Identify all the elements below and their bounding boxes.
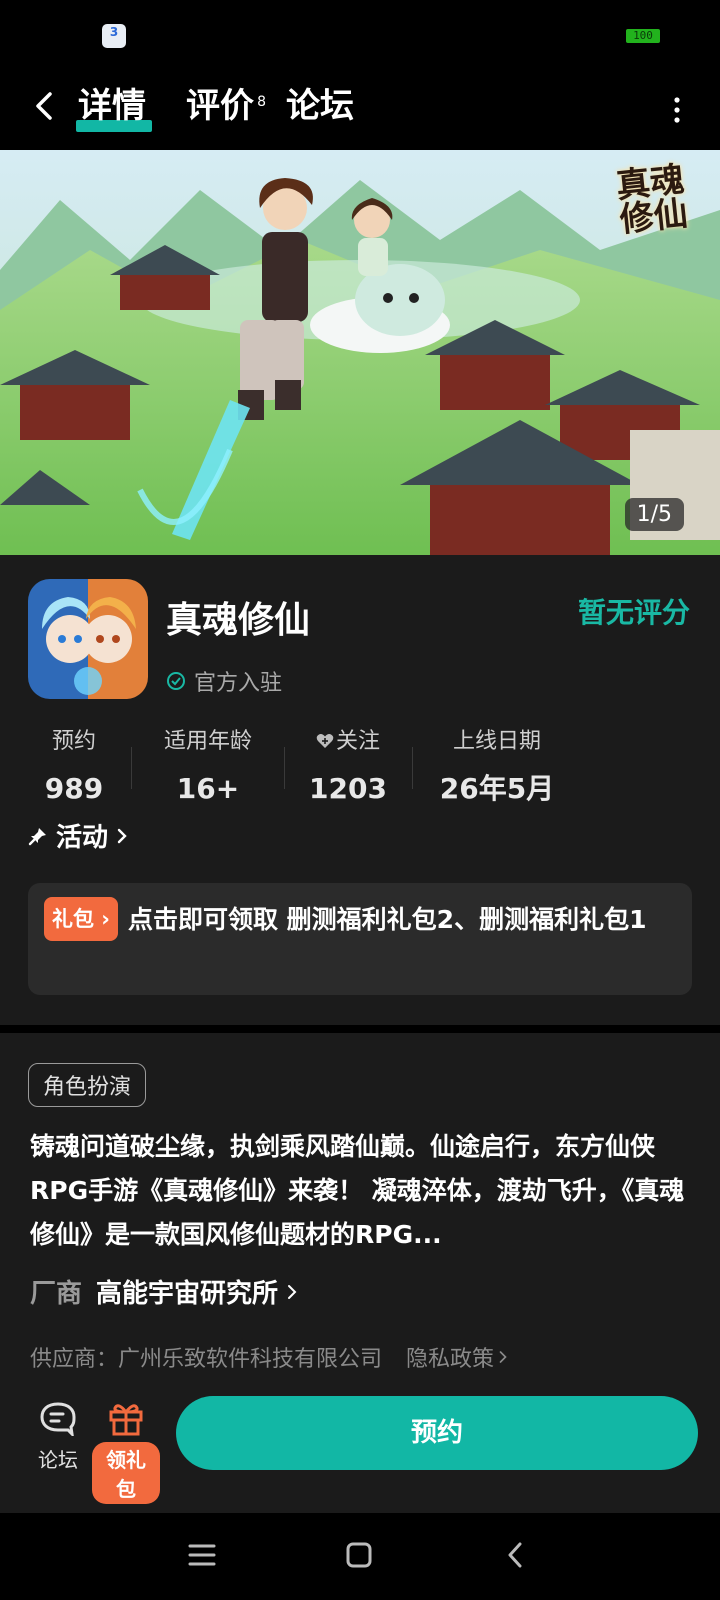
back-nav-icon[interactable] bbox=[502, 1541, 530, 1569]
game-info-section: 真魂修仙 暂无评分 官方入驻 预约 989 适用年龄 16+ 关注 1203 上… bbox=[0, 555, 720, 1025]
gift-pack-badge: 礼包 › bbox=[44, 897, 118, 941]
official-verified: 官方入驻 bbox=[166, 665, 282, 697]
privacy-policy-link[interactable]: 隐私政策 bbox=[406, 1341, 508, 1373]
stat-label: 适用年龄 bbox=[163, 729, 252, 754]
game-title: 真魂修仙 bbox=[166, 600, 311, 641]
claim-gift-label: 领礼包 bbox=[92, 1442, 160, 1504]
battery-indicator: 100 bbox=[626, 29, 660, 43]
game-description[interactable]: 铸魂问道破尘缘，执剑乘风踏仙巅。仙途启行，东方仙侠 RPG手游《真魂修仙》来袭！… bbox=[30, 1125, 696, 1257]
game-logo: 真魂修仙 bbox=[614, 159, 690, 241]
tab-reviews[interactable]: 评价 8 bbox=[186, 84, 266, 128]
forum-button[interactable]: 论坛 bbox=[30, 1400, 86, 1473]
notification-app-icon: 3 bbox=[102, 24, 126, 48]
forum-label: 论坛 bbox=[38, 1448, 78, 1472]
tab-details[interactable]: 详情 bbox=[78, 84, 146, 128]
vendor-link[interactable]: 厂商 高能宇宙研究所 bbox=[30, 1273, 298, 1310]
stat-reservations: 预约 989 bbox=[28, 727, 120, 807]
stat-value: 1203 bbox=[309, 772, 387, 805]
game-icon bbox=[28, 579, 148, 699]
heart-plus-icon bbox=[316, 734, 334, 748]
chevron-right-icon bbox=[499, 1351, 507, 1363]
back-icon[interactable] bbox=[28, 86, 60, 126]
review-count-badge: 8 bbox=[257, 94, 266, 110]
stat-label-text: 关注 bbox=[335, 729, 380, 754]
activity-description: 点击即可领取 删测福利礼包2、删测福利礼包1 bbox=[127, 905, 647, 934]
stat-value: 16+ bbox=[176, 772, 240, 805]
activity-header[interactable]: 活动 bbox=[28, 817, 128, 854]
privacy-policy-label: 隐私政策 bbox=[406, 1347, 495, 1372]
status-bar: 3 100 bbox=[0, 0, 720, 70]
divider bbox=[284, 747, 285, 789]
stat-followers: 关注 1203 bbox=[300, 727, 396, 807]
divider bbox=[131, 747, 132, 789]
system-navigation-bar bbox=[0, 1513, 720, 1600]
screenshot-carousel[interactable]: 真魂修仙 1/5 bbox=[0, 150, 720, 555]
stat-label: 关注 bbox=[300, 727, 396, 757]
stat-label: 上线日期 bbox=[452, 729, 541, 754]
gift-icon bbox=[109, 1404, 143, 1436]
stat-value: 26年5月 bbox=[439, 772, 555, 805]
stat-age-rating: 适用年龄 16+ bbox=[150, 727, 266, 807]
stats-row: 预约 989 适用年龄 16+ 关注 1203 上线日期 26年5月 bbox=[0, 727, 720, 807]
home-icon[interactable] bbox=[345, 1541, 373, 1569]
supplier-text: 供应商：广州乐致软件科技有限公司 bbox=[30, 1347, 383, 1372]
claim-gift-button[interactable]: 领礼包 bbox=[92, 1400, 160, 1504]
more-icon[interactable] bbox=[662, 92, 692, 128]
pin-icon bbox=[28, 827, 46, 845]
carousel-page-indicator: 1/5 bbox=[624, 498, 684, 531]
genre-tag[interactable]: 角色扮演 bbox=[28, 1063, 147, 1107]
tab-reviews-label: 评价 bbox=[186, 86, 254, 126]
verified-label: 官方入驻 bbox=[194, 671, 283, 696]
check-circle-icon bbox=[167, 672, 185, 690]
vendor-name: 高能宇宙研究所 bbox=[96, 1279, 279, 1309]
chevron-right-icon bbox=[117, 828, 127, 843]
stat-label: 预约 bbox=[51, 729, 96, 754]
reserve-button[interactable]: 预约 bbox=[176, 1396, 698, 1470]
tab-forum[interactable]: 论坛 bbox=[286, 84, 354, 128]
stat-release-date: 上线日期 26年5月 bbox=[432, 727, 562, 807]
menu-icon[interactable] bbox=[188, 1541, 216, 1569]
chevron-right-icon bbox=[288, 1284, 297, 1299]
top-navigation: 详情 评价 8 论坛 bbox=[0, 70, 720, 150]
vendor-label: 厂商 bbox=[30, 1279, 83, 1309]
activity-title: 活动 bbox=[56, 823, 109, 853]
divider bbox=[412, 747, 413, 789]
chat-bubble-icon bbox=[40, 1402, 76, 1439]
activity-card[interactable]: 礼包 › 点击即可领取 删测福利礼包2、删测福利礼包1 bbox=[28, 883, 692, 995]
supplier-row: 供应商：广州乐致软件科技有限公司 隐私政策 bbox=[30, 1341, 508, 1373]
stat-value: 989 bbox=[44, 772, 104, 805]
rating-status: 暂无评分 bbox=[577, 596, 690, 629]
